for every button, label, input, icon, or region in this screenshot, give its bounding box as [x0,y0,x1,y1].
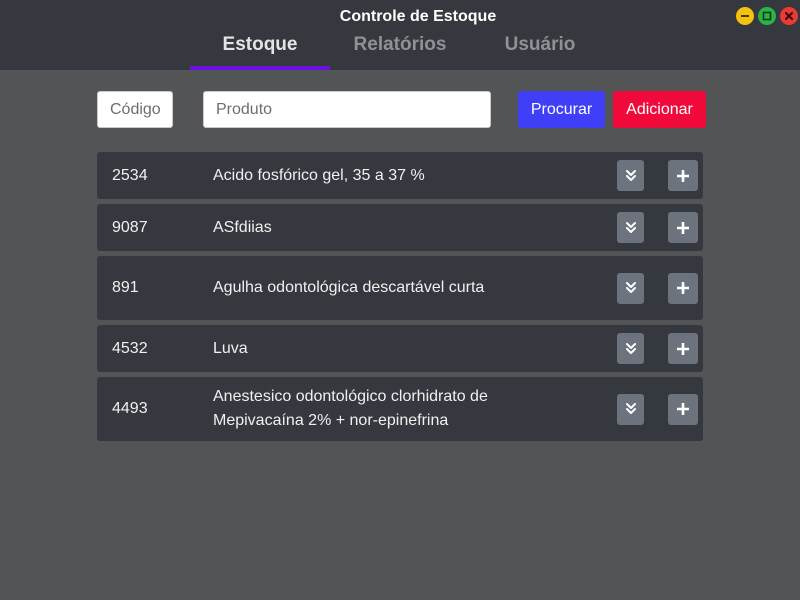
add-button[interactable] [668,393,698,425]
expand-button[interactable] [617,212,644,243]
product-code: 9087 [112,218,148,236]
list-item: 891 Agulha odontológica descartável curt… [97,256,703,320]
list-item: 9087 ASfdiias [97,204,703,251]
tab-usuario[interactable]: Usuário [470,32,610,70]
product-name: Agulha odontológica descartável curta [213,279,485,296]
code-search-input[interactable] [97,91,173,128]
add-button[interactable] [668,272,698,304]
tab-relatorios[interactable]: Relatórios [330,32,470,70]
add-button[interactable] [668,160,698,191]
main-tabs: Estoque Relatórios Usuário [190,32,610,70]
plus-icon [677,282,689,294]
product-name: Anestesico odontológico clorhidrato de M… [213,388,488,429]
product-name: ASfdiias [213,218,272,236]
double-chevron-down-icon [625,403,636,414]
product-name: Acido fosfórico gel, 35 a 37 % [213,166,425,184]
product-name: Luva [213,339,248,357]
search-button[interactable]: Procurar [518,91,605,128]
list-item: 4532 Luva [97,325,703,372]
plus-icon [677,221,689,234]
window-controls [736,7,798,25]
close-icon [785,12,793,20]
plus-icon [677,169,689,182]
product-code: 2534 [112,166,148,184]
close-button[interactable] [780,7,798,25]
list-item: 2534 Acido fosfórico gel, 35 a 37 % [97,152,703,199]
expand-button[interactable] [617,393,644,425]
plus-icon [677,403,689,415]
product-code: 891 [112,279,139,296]
double-chevron-down-icon [625,169,636,181]
add-product-button[interactable]: Adicionar [613,91,706,128]
double-chevron-down-icon [625,342,636,354]
product-code: 4493 [112,400,148,417]
maximize-button[interactable] [758,7,776,25]
app-header: Controle de Estoque Estoque Relatórios U… [0,0,800,70]
add-button[interactable] [668,333,698,364]
product-code: 4532 [112,339,148,357]
window-title: Controle de Estoque [339,8,497,25]
product-list: 2534 Acido fosfórico gel, 35 a 37 % 9087… [97,152,703,446]
plus-icon [677,342,689,355]
double-chevron-down-icon [625,282,636,293]
minimize-button[interactable] [736,7,754,25]
maximize-icon [762,11,772,21]
product-search-input[interactable] [203,91,491,128]
double-chevron-down-icon [625,221,636,233]
expand-button[interactable] [617,272,644,304]
minimize-icon [741,15,749,17]
add-button[interactable] [668,212,698,243]
tab-estoque[interactable]: Estoque [190,32,330,70]
list-item: 4493 Anestesico odontológico clorhidrato… [97,377,703,441]
expand-button[interactable] [617,160,644,191]
expand-button[interactable] [617,333,644,364]
